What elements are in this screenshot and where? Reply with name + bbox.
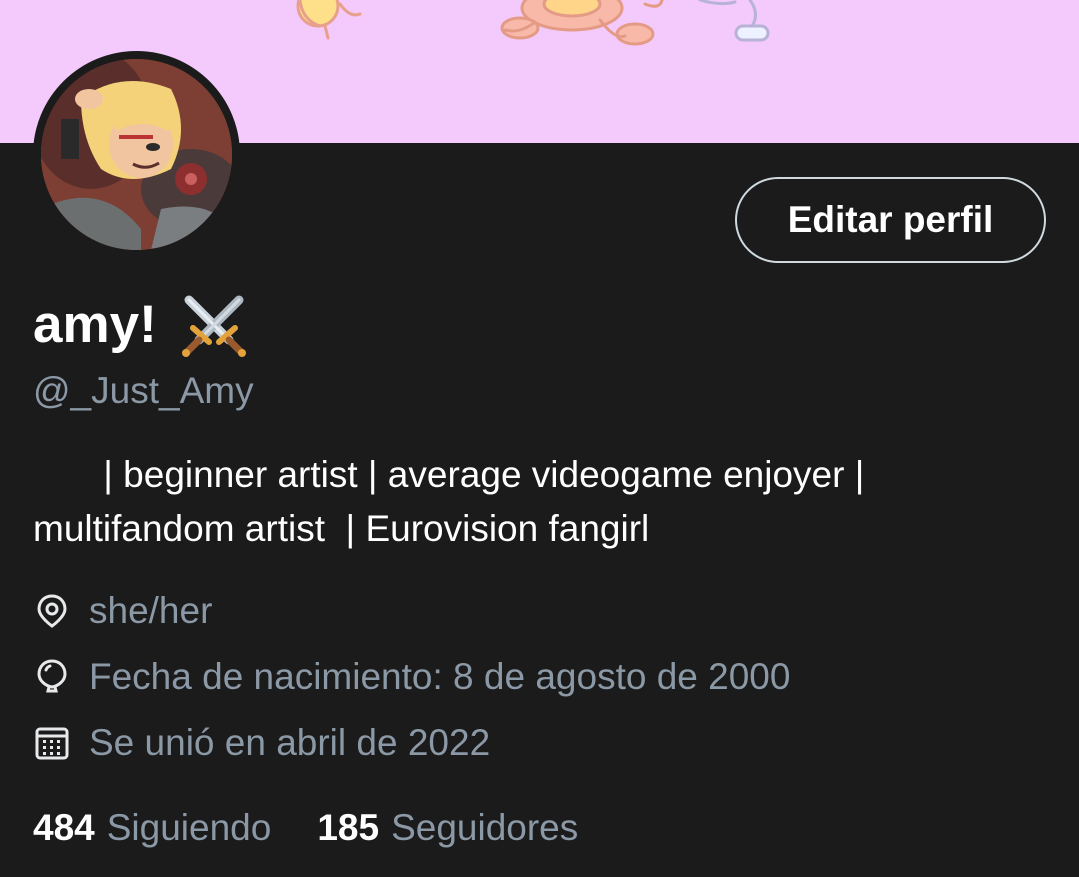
following-link[interactable]: 484 Siguiendo bbox=[33, 803, 271, 853]
location-pin-icon bbox=[33, 592, 71, 630]
bio-text-line-1: | beginner artist | average videogame en… bbox=[93, 454, 865, 495]
name-row: amy! bbox=[33, 290, 249, 360]
edit-profile-button[interactable]: Editar perfil bbox=[735, 177, 1046, 263]
followers-count: 185 bbox=[317, 807, 380, 848]
avatar-image bbox=[41, 59, 232, 250]
birthday-text: Fecha de nacimiento: 8 de agosto de 2000 bbox=[89, 656, 791, 697]
balloon-icon bbox=[33, 658, 71, 696]
avatar[interactable] bbox=[33, 51, 240, 258]
location-text: she/her bbox=[89, 590, 213, 631]
birthday-row: Fecha de nacimiento: 8 de agosto de 2000 bbox=[33, 652, 790, 702]
following-label: Siguiendo bbox=[106, 807, 272, 848]
crossed-swords-icon bbox=[179, 292, 249, 358]
location-row: she/her bbox=[33, 586, 212, 636]
follow-stats: 484 Siguiendo 185 Seguidores bbox=[33, 803, 578, 853]
joined-row: Se unió en abril de 2022 bbox=[33, 718, 490, 768]
calendar-icon bbox=[33, 724, 71, 762]
spain-flag-icon bbox=[33, 458, 81, 492]
bio: | beginner artist | average videogame en… bbox=[33, 448, 1033, 556]
followers-label: Seguidores bbox=[391, 807, 579, 848]
bio-line-1: | beginner artist | average videogame en… bbox=[33, 448, 1033, 502]
user-handle: @_Just_Amy bbox=[33, 370, 254, 411]
profile-page: Editar perfil amy! @_Just_Amy | beginner… bbox=[0, 0, 1079, 877]
joined-text: Se unió en abril de 2022 bbox=[89, 722, 491, 763]
display-name: amy! bbox=[33, 295, 157, 354]
followers-link[interactable]: 185 Seguidores bbox=[317, 803, 578, 853]
bio-line-2: multifandom artist | Eurovision fangirl bbox=[33, 502, 1033, 556]
bio-text-line-2: multifandom artist | Eurovision fangirl bbox=[33, 508, 650, 549]
following-count: 484 bbox=[33, 807, 95, 848]
